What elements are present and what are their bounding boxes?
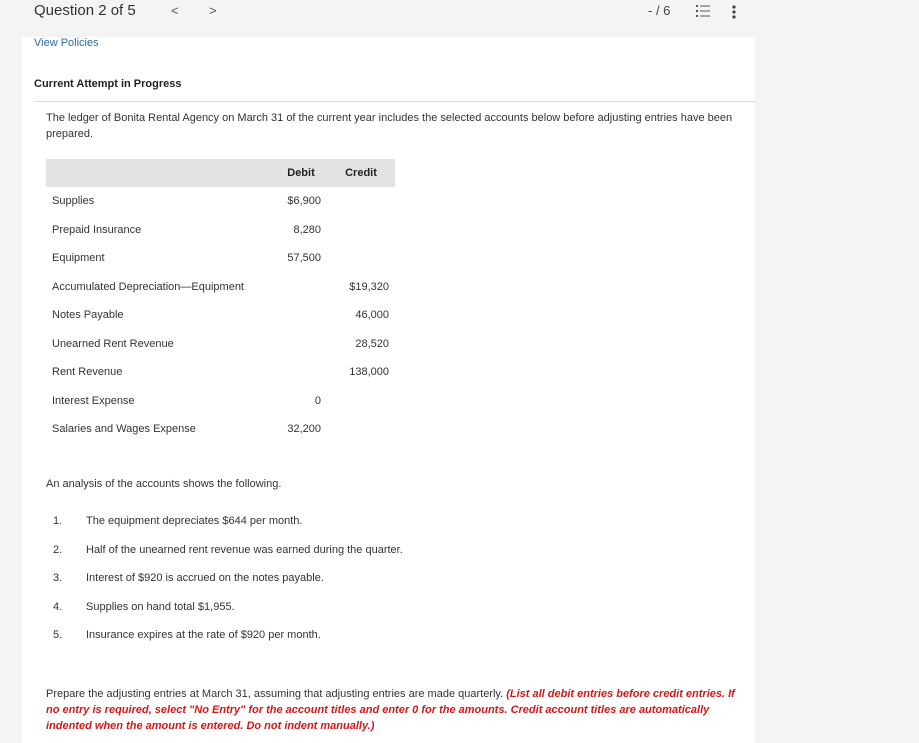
debit-amount: 57,500 [287, 252, 321, 265]
list-item-text: Half of the unearned rent revenue was ea… [86, 543, 403, 556]
table-row: Supplies $6,900 [46, 187, 395, 216]
list-item-number: 4. [53, 600, 63, 613]
table-row: Equipment 57,500 [46, 244, 395, 273]
debit-amount [275, 273, 327, 302]
credit-amount [327, 244, 395, 273]
instructions: Prepare the adjusting entries at March 3… [46, 686, 746, 734]
list-item-number: 1. [53, 515, 63, 527]
account-column-header [46, 159, 275, 187]
account-name: Supplies [52, 195, 95, 208]
account-name: Notes Payable [52, 309, 124, 322]
debit-amount [275, 330, 327, 359]
list-icon[interactable] [696, 4, 710, 18]
credit-amount: $19,320 [349, 280, 389, 293]
account-name: Equipment [52, 252, 105, 265]
top-bar: Question 2 of 5 < > - / 6 [0, 0, 919, 24]
debit-amount: 0 [314, 394, 321, 407]
list-item-number: 2. [53, 543, 63, 556]
account-name: Interest Expense [52, 394, 135, 407]
list-item-number: 5. [53, 629, 63, 641]
score-display: - / 6 [648, 3, 671, 18]
account-name: Unearned Rent Revenue [52, 337, 174, 350]
analysis-intro: An analysis of the accounts shows the fo… [46, 478, 282, 490]
debit-amount [275, 301, 327, 330]
analysis-list: 1. The equipment depreciates $644 per mo… [46, 515, 546, 658]
credit-amount [327, 216, 395, 245]
account-name: Rent Revenue [52, 366, 123, 379]
credit-amount [327, 415, 395, 444]
table-row: Interest Expense 0 [46, 387, 395, 416]
list-item: 2. Half of the unearned rent revenue was… [46, 544, 546, 573]
next-question-button[interactable]: > [209, 3, 217, 18]
credit-amount: 46,000 [355, 309, 389, 322]
credit-amount: 28,520 [355, 337, 389, 350]
list-item-text: Supplies on hand total $1,955. [86, 600, 235, 613]
credit-amount: 138,000 [349, 366, 389, 379]
table-row: Salaries and Wages Expense 32,200 [46, 415, 395, 444]
debit-amount [275, 358, 327, 387]
list-item: 4. Supplies on hand total $1,955. [46, 601, 546, 630]
table-row: Unearned Rent Revenue 28,520 [46, 330, 395, 359]
table-row: Prepaid Insurance 8,280 [46, 216, 395, 245]
account-name: Accumulated Depreciation—Equipment [52, 280, 244, 293]
list-item: 3. Interest of $920 is accrued on the no… [46, 572, 546, 601]
view-policies-link[interactable]: View Policies [34, 37, 99, 49]
list-item-text: The equipment depreciates $644 per month… [86, 515, 303, 527]
instructions-text: Prepare the adjusting entries at March 3… [46, 688, 507, 700]
list-item-text: Interest of $920 is accrued on the notes… [86, 572, 324, 584]
credit-amount [327, 187, 395, 216]
account-name: Salaries and Wages Expense [52, 423, 196, 436]
list-item: 5. Insurance expires at the rate of $920… [46, 629, 546, 658]
credit-column-header: Credit [345, 167, 377, 179]
table-row: Rent Revenue 138,000 [46, 358, 395, 387]
credit-amount [327, 387, 395, 416]
list-item-text: Insurance expires at the rate of $920 pe… [86, 629, 321, 641]
debit-column-header: Debit [287, 167, 315, 179]
previous-question-button[interactable]: < [171, 3, 179, 18]
debit-amount: 32,200 [287, 423, 321, 436]
table-row: Notes Payable 46,000 [46, 301, 395, 330]
attempt-status: Current Attempt in Progress [34, 78, 182, 90]
question-counter: Question 2 of 5 [34, 2, 136, 19]
debit-amount: 8,280 [293, 223, 321, 236]
debit-amount: $6,900 [287, 195, 321, 208]
account-name: Prepaid Insurance [52, 223, 142, 236]
divider [34, 101, 756, 102]
ledger-table: Debit Credit Supplies $6,900 Prepaid Ins… [46, 159, 395, 444]
ledger-header-row: Debit Credit [46, 159, 395, 187]
more-vertical-icon[interactable] [731, 4, 737, 20]
list-item: 1. The equipment depreciates $644 per mo… [46, 515, 546, 544]
list-item-number: 3. [53, 572, 63, 584]
table-row: Accumulated Depreciation—Equipment $19,3… [46, 273, 395, 302]
problem-intro: The ledger of Bonita Rental Agency on Ma… [46, 112, 733, 140]
